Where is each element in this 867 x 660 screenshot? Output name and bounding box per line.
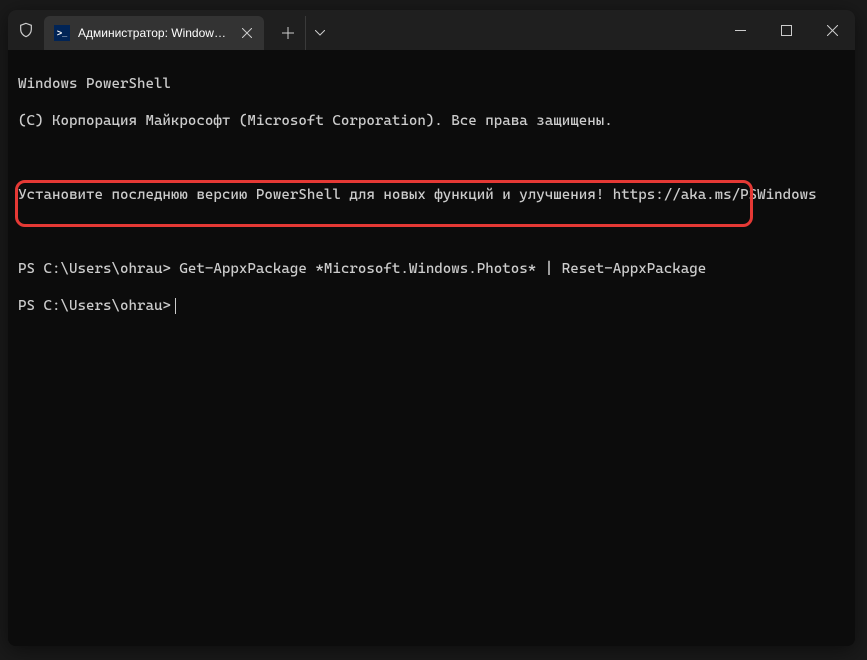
terminal-line: (C) Корпорация Майкрософт (Microsoft Cor… [18, 112, 845, 131]
titlebar: >_ Администратор: Windows Po [8, 10, 855, 50]
new-tab-button[interactable] [270, 16, 306, 50]
tab-close-button[interactable] [238, 24, 256, 42]
terminal-line: Windows PowerShell [18, 75, 845, 94]
tab-title: Администратор: Windows Po [78, 26, 230, 40]
blank-line [18, 149, 845, 168]
terminal-line: Установите последнюю версию PowerShell д… [18, 186, 845, 205]
powershell-icon: >_ [54, 25, 70, 41]
terminal-prompt-line: PS C:\Users\ohrau> Get-AppxPackage *Micr… [18, 260, 845, 279]
blank-line [18, 223, 845, 242]
minimize-button[interactable] [717, 10, 763, 50]
maximize-button[interactable] [763, 10, 809, 50]
window-controls [717, 10, 855, 50]
terminal-content[interactable]: Windows PowerShell (C) Корпорация Майкро… [8, 50, 855, 646]
admin-shield-icon [8, 10, 44, 50]
tab-dropdown-button[interactable] [306, 16, 334, 50]
terminal-prompt-line: PS C:\Users\ohrau> [18, 297, 845, 316]
tab-powershell[interactable]: >_ Администратор: Windows Po [44, 16, 264, 50]
close-button[interactable] [809, 10, 855, 50]
cursor [175, 298, 176, 314]
terminal-window: >_ Администратор: Windows Po [8, 10, 855, 646]
